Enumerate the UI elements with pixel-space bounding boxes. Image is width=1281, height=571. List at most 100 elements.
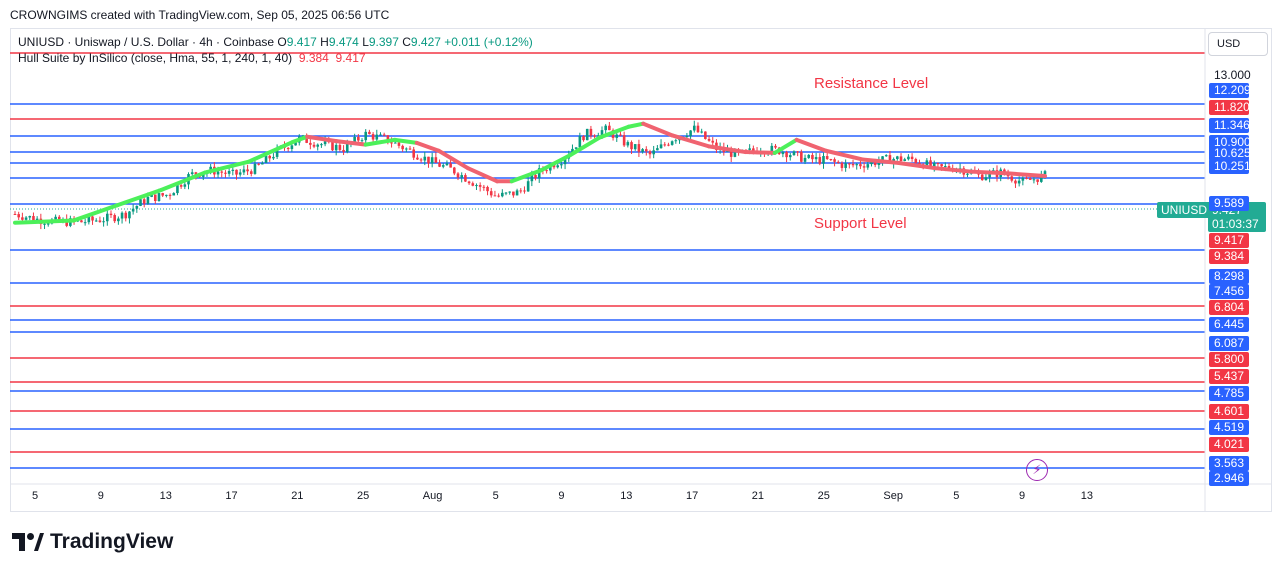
price-level-label[interactable]: 4.785 (1209, 386, 1249, 401)
candle-body (109, 213, 113, 216)
hull-suite-segment (1006, 171, 1047, 179)
time-axis-tick: 17 (686, 490, 699, 502)
indicator-name: Hull Suite by InSilico (close, Hma, 55, … (18, 51, 293, 65)
candle-body (272, 156, 275, 159)
candle-body (246, 169, 249, 172)
price-level-label[interactable]: 4.519 (1209, 420, 1249, 435)
candle-body (807, 154, 811, 158)
candle-body (482, 186, 486, 188)
currency-button[interactable]: USD (1208, 32, 1268, 56)
candle-body (811, 154, 814, 160)
candle-body (242, 169, 246, 173)
lightning-icon[interactable]: ⚡ (1026, 459, 1048, 481)
hull-suite-segment (933, 166, 974, 174)
price-level-label[interactable]: 5.437 (1209, 369, 1249, 384)
price-level-label[interactable]: 6.087 (1209, 336, 1249, 351)
candle-body (748, 148, 751, 150)
price-level-label[interactable]: 10.251 (1209, 159, 1251, 174)
price-level-label[interactable]: 11.820 (1209, 100, 1250, 115)
symbol-price-tag: UNIUSD (1157, 202, 1212, 218)
price-level-label[interactable]: 6.804 (1209, 300, 1249, 315)
candle-body (944, 166, 947, 168)
candle-body (936, 163, 940, 165)
candle-body (117, 218, 120, 222)
candle-body (464, 175, 467, 182)
candle-body (368, 131, 371, 135)
candle-body (644, 149, 648, 152)
candle-body (231, 169, 235, 171)
candle-body (460, 175, 464, 178)
price-level-label[interactable]: 7.456 (1209, 284, 1249, 299)
candle-body (46, 223, 50, 225)
candle-body (445, 163, 449, 166)
candle-body (176, 185, 179, 194)
close-value: 9.427 (410, 35, 441, 49)
candle-body (486, 186, 489, 192)
price-level-label[interactable]: 6.445 (1209, 317, 1249, 332)
candle-body (641, 149, 644, 152)
candle-body (711, 140, 715, 143)
time-axis-tick: 5 (953, 490, 960, 502)
candle-body (382, 134, 386, 136)
candle-body (692, 125, 696, 131)
candle-body (844, 163, 847, 168)
candle-body (796, 151, 799, 153)
candle-body (667, 144, 670, 146)
candle-body (1025, 177, 1028, 179)
candle-body (238, 172, 242, 175)
candle-body (334, 144, 338, 151)
candle-body (903, 159, 907, 161)
price-level-label[interactable]: 5.800 (1209, 352, 1249, 367)
candle-body (397, 142, 401, 146)
candle-body (585, 128, 589, 141)
candle-body (508, 191, 511, 193)
candle-body (456, 173, 460, 178)
candle-body (896, 156, 899, 159)
time-axis-tick: 9 (558, 490, 565, 502)
candle-body (224, 172, 227, 174)
price-level-label[interactable]: 8.298 (1209, 269, 1249, 284)
candle-body (54, 216, 57, 220)
candle-body (24, 217, 28, 220)
candle-body (94, 220, 98, 222)
candle-body (851, 163, 855, 166)
candle-body (478, 185, 482, 187)
candle-body (257, 163, 260, 165)
price-level-label[interactable]: 12.209 (1209, 83, 1251, 98)
candle-body (423, 156, 427, 161)
candle-body (357, 136, 360, 141)
price-level-label[interactable]: 11.346 (1209, 118, 1250, 133)
time-axis-tick: 5 (32, 490, 39, 502)
candle-body (408, 148, 412, 150)
candle-body (102, 221, 105, 223)
time-axis-tick: 13 (159, 490, 172, 502)
price-level-label[interactable]: 3.563 (1209, 456, 1249, 471)
candle-body (862, 166, 866, 168)
price-level-label[interactable]: 9.589 (1209, 196, 1249, 211)
candle-body (534, 174, 537, 179)
candle-body (674, 140, 678, 142)
candle-body (593, 135, 596, 137)
price-level-label[interactable]: 2.946 (1209, 471, 1249, 486)
candle-body (393, 142, 397, 144)
candle-body (512, 191, 515, 196)
tradingview-logo[interactable]: TradingView (12, 530, 173, 554)
candle-body (345, 143, 349, 152)
price-chart[interactable] (10, 28, 1272, 512)
symbol-legend[interactable]: UNIUSD · Uniswap / U.S. Dollar · 4h · Co… (18, 35, 533, 49)
candle-body (83, 222, 87, 224)
candle-body (825, 156, 829, 159)
indicator-legend[interactable]: Hull Suite by InSilico (close, Hma, 55, … (18, 51, 366, 65)
candle-body (371, 134, 375, 140)
price-level-label[interactable]: 4.021 (1209, 437, 1249, 452)
price-level-label[interactable]: 9.417 (1209, 233, 1249, 248)
candle-body (379, 134, 382, 136)
price-level-label[interactable]: 9.384 (1209, 249, 1249, 264)
low-label: L (362, 35, 369, 49)
time-axis-tick: 25 (817, 490, 830, 502)
price-level-label[interactable]: 4.601 (1209, 404, 1249, 419)
time-axis-tick: 9 (1019, 490, 1026, 502)
candle-body (785, 152, 788, 158)
hull-suite-segment (626, 121, 646, 129)
candle-body (848, 163, 851, 165)
